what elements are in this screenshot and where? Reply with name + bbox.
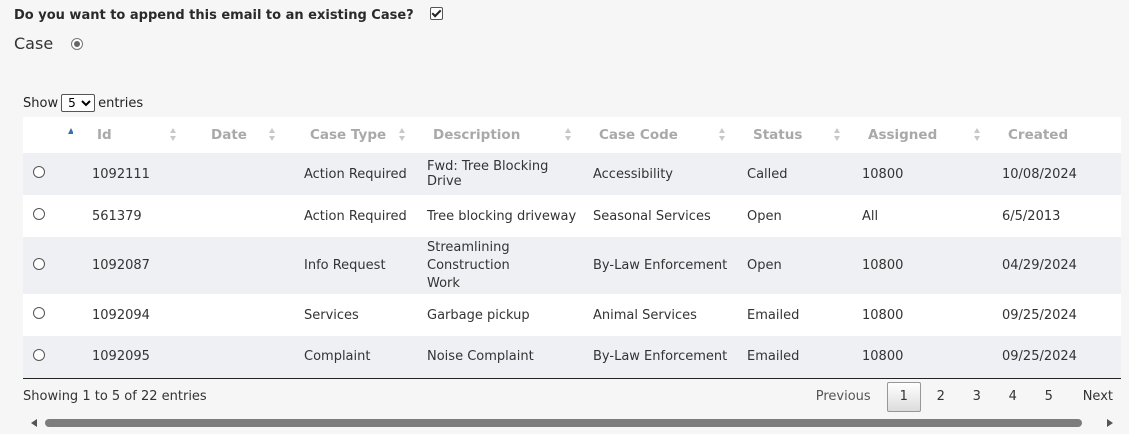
column-header-assigned[interactable]: Assigned xyxy=(850,117,990,153)
sort-icon xyxy=(974,128,980,141)
append-question-label: Do you want to append this email to an e… xyxy=(14,8,414,23)
page-button-4[interactable]: 4 xyxy=(995,382,1031,412)
cell-case-code: Accessibility xyxy=(581,153,735,195)
cell-description: Tree blocking driveway xyxy=(415,195,581,237)
table-row[interactable]: 1092087 Info Request Streamlining Constr… xyxy=(23,237,1121,294)
table-row[interactable]: 561379 Action Required Tree blocking dri… xyxy=(23,195,1121,237)
cell-created: 09/25/2024 xyxy=(990,294,1121,336)
cell-date xyxy=(186,153,285,195)
cell-status: Emailed xyxy=(735,294,850,336)
page-button-1[interactable]: 1 xyxy=(886,382,921,412)
column-header-case-type[interactable]: Case Type xyxy=(285,117,415,153)
pagination: Previous 1 2 3 4 5 Next xyxy=(808,382,1121,412)
cell-assigned: All xyxy=(850,195,990,237)
column-header-status[interactable]: Status xyxy=(735,117,850,153)
append-question: Do you want to append this email to an e… xyxy=(14,7,443,23)
column-header-id[interactable]: Id xyxy=(73,117,186,153)
previous-page-button[interactable]: Previous xyxy=(808,382,879,412)
cell-case-code: By-Law Enforcement xyxy=(581,336,735,379)
cell-date xyxy=(186,336,285,379)
cell-case-code: By-Law Enforcement xyxy=(581,237,735,294)
column-header-created[interactable]: Created xyxy=(990,117,1121,153)
row-select-radio[interactable] xyxy=(33,166,45,178)
next-page-button[interactable]: Next xyxy=(1075,382,1121,412)
cell-description: Garbage pickup xyxy=(415,294,581,336)
cell-date xyxy=(186,195,285,237)
case-option: Case xyxy=(14,34,84,53)
cell-case-type: Services xyxy=(285,294,415,336)
row-select-radio[interactable] xyxy=(33,208,45,220)
table-header-row: Id Date Case Type Description Case Code … xyxy=(23,117,1121,153)
table-row[interactable]: 1092111 Action Required Fwd: Tree Blocki… xyxy=(23,153,1121,195)
column-header-description[interactable]: Description xyxy=(415,117,581,153)
cell-assigned: 10800 xyxy=(850,336,990,379)
cell-status: Open xyxy=(735,195,850,237)
column-header-case-code[interactable]: Case Code xyxy=(581,117,735,153)
page-button-3[interactable]: 3 xyxy=(959,382,995,412)
sort-icon xyxy=(719,128,725,141)
page-button-2[interactable]: 2 xyxy=(923,382,959,412)
cell-created: 10/08/2024 xyxy=(990,153,1121,195)
row-select-radio[interactable] xyxy=(33,257,45,270)
cell-assigned: 10800 xyxy=(850,153,990,195)
cell-id: 1092087 xyxy=(73,237,186,294)
sort-icon xyxy=(565,128,571,141)
entries-length-control: Show 5 entries xyxy=(23,94,143,112)
cell-assigned: 10800 xyxy=(850,237,990,294)
cell-created: 6/5/2013 xyxy=(990,195,1121,237)
page-button-5[interactable]: 5 xyxy=(1031,382,1067,412)
column-header-date[interactable]: Date xyxy=(186,117,285,153)
row-select-radio[interactable] xyxy=(33,307,45,319)
cases-table: Id Date Case Type Description Case Code … xyxy=(23,117,1121,379)
sort-icon xyxy=(399,128,405,141)
cell-description: Noise Complaint xyxy=(415,336,581,379)
sort-icon xyxy=(269,128,275,141)
cell-status: Emailed xyxy=(735,336,850,379)
cell-id: 561379 xyxy=(73,195,186,237)
select-column-header[interactable] xyxy=(23,117,74,153)
show-label: Show xyxy=(23,95,59,111)
cell-id: 1092095 xyxy=(73,336,186,379)
cell-created: 04/29/2024 xyxy=(990,237,1121,294)
cell-case-type: Info Request xyxy=(285,237,415,294)
scrollbar-thumb[interactable] xyxy=(45,419,1082,427)
cell-date xyxy=(186,294,285,336)
cell-description: Fwd: Tree Blocking Drive xyxy=(415,153,581,195)
cell-case-type: Action Required xyxy=(285,195,415,237)
cell-case-code: Animal Services xyxy=(581,294,735,336)
sort-icon xyxy=(170,128,176,141)
cell-description: Streamlining Construction Work xyxy=(415,237,581,294)
table-row[interactable]: 1092095 Complaint Noise Complaint By-Law… xyxy=(23,336,1121,379)
cell-case-type: Action Required xyxy=(285,153,415,195)
cell-case-type: Complaint xyxy=(285,336,415,379)
row-select-radio[interactable] xyxy=(33,348,45,361)
cell-assigned: 10800 xyxy=(850,294,990,336)
cell-created: 09/25/2024 xyxy=(990,336,1121,379)
scroll-left-icon[interactable] xyxy=(31,419,37,427)
case-radio[interactable] xyxy=(71,37,84,50)
entries-label: entries xyxy=(98,95,144,111)
case-label: Case xyxy=(14,34,54,53)
cell-id: 1092094 xyxy=(73,294,186,336)
cell-id: 1092111 xyxy=(73,153,186,195)
scroll-right-icon[interactable] xyxy=(1107,419,1113,427)
cell-case-code: Seasonal Services xyxy=(581,195,735,237)
cell-status: Called xyxy=(735,153,850,195)
append-checkbox[interactable] xyxy=(429,7,443,20)
sort-icon xyxy=(834,128,840,141)
horizontal-scrollbar[interactable] xyxy=(27,417,1117,429)
table-info: Showing 1 to 5 of 22 entries xyxy=(23,389,207,404)
cell-date xyxy=(186,237,285,294)
table-row[interactable]: 1092094 Services Garbage pickup Animal S… xyxy=(23,294,1121,336)
entries-select[interactable]: 5 xyxy=(61,94,96,112)
cell-status: Open xyxy=(735,237,850,294)
